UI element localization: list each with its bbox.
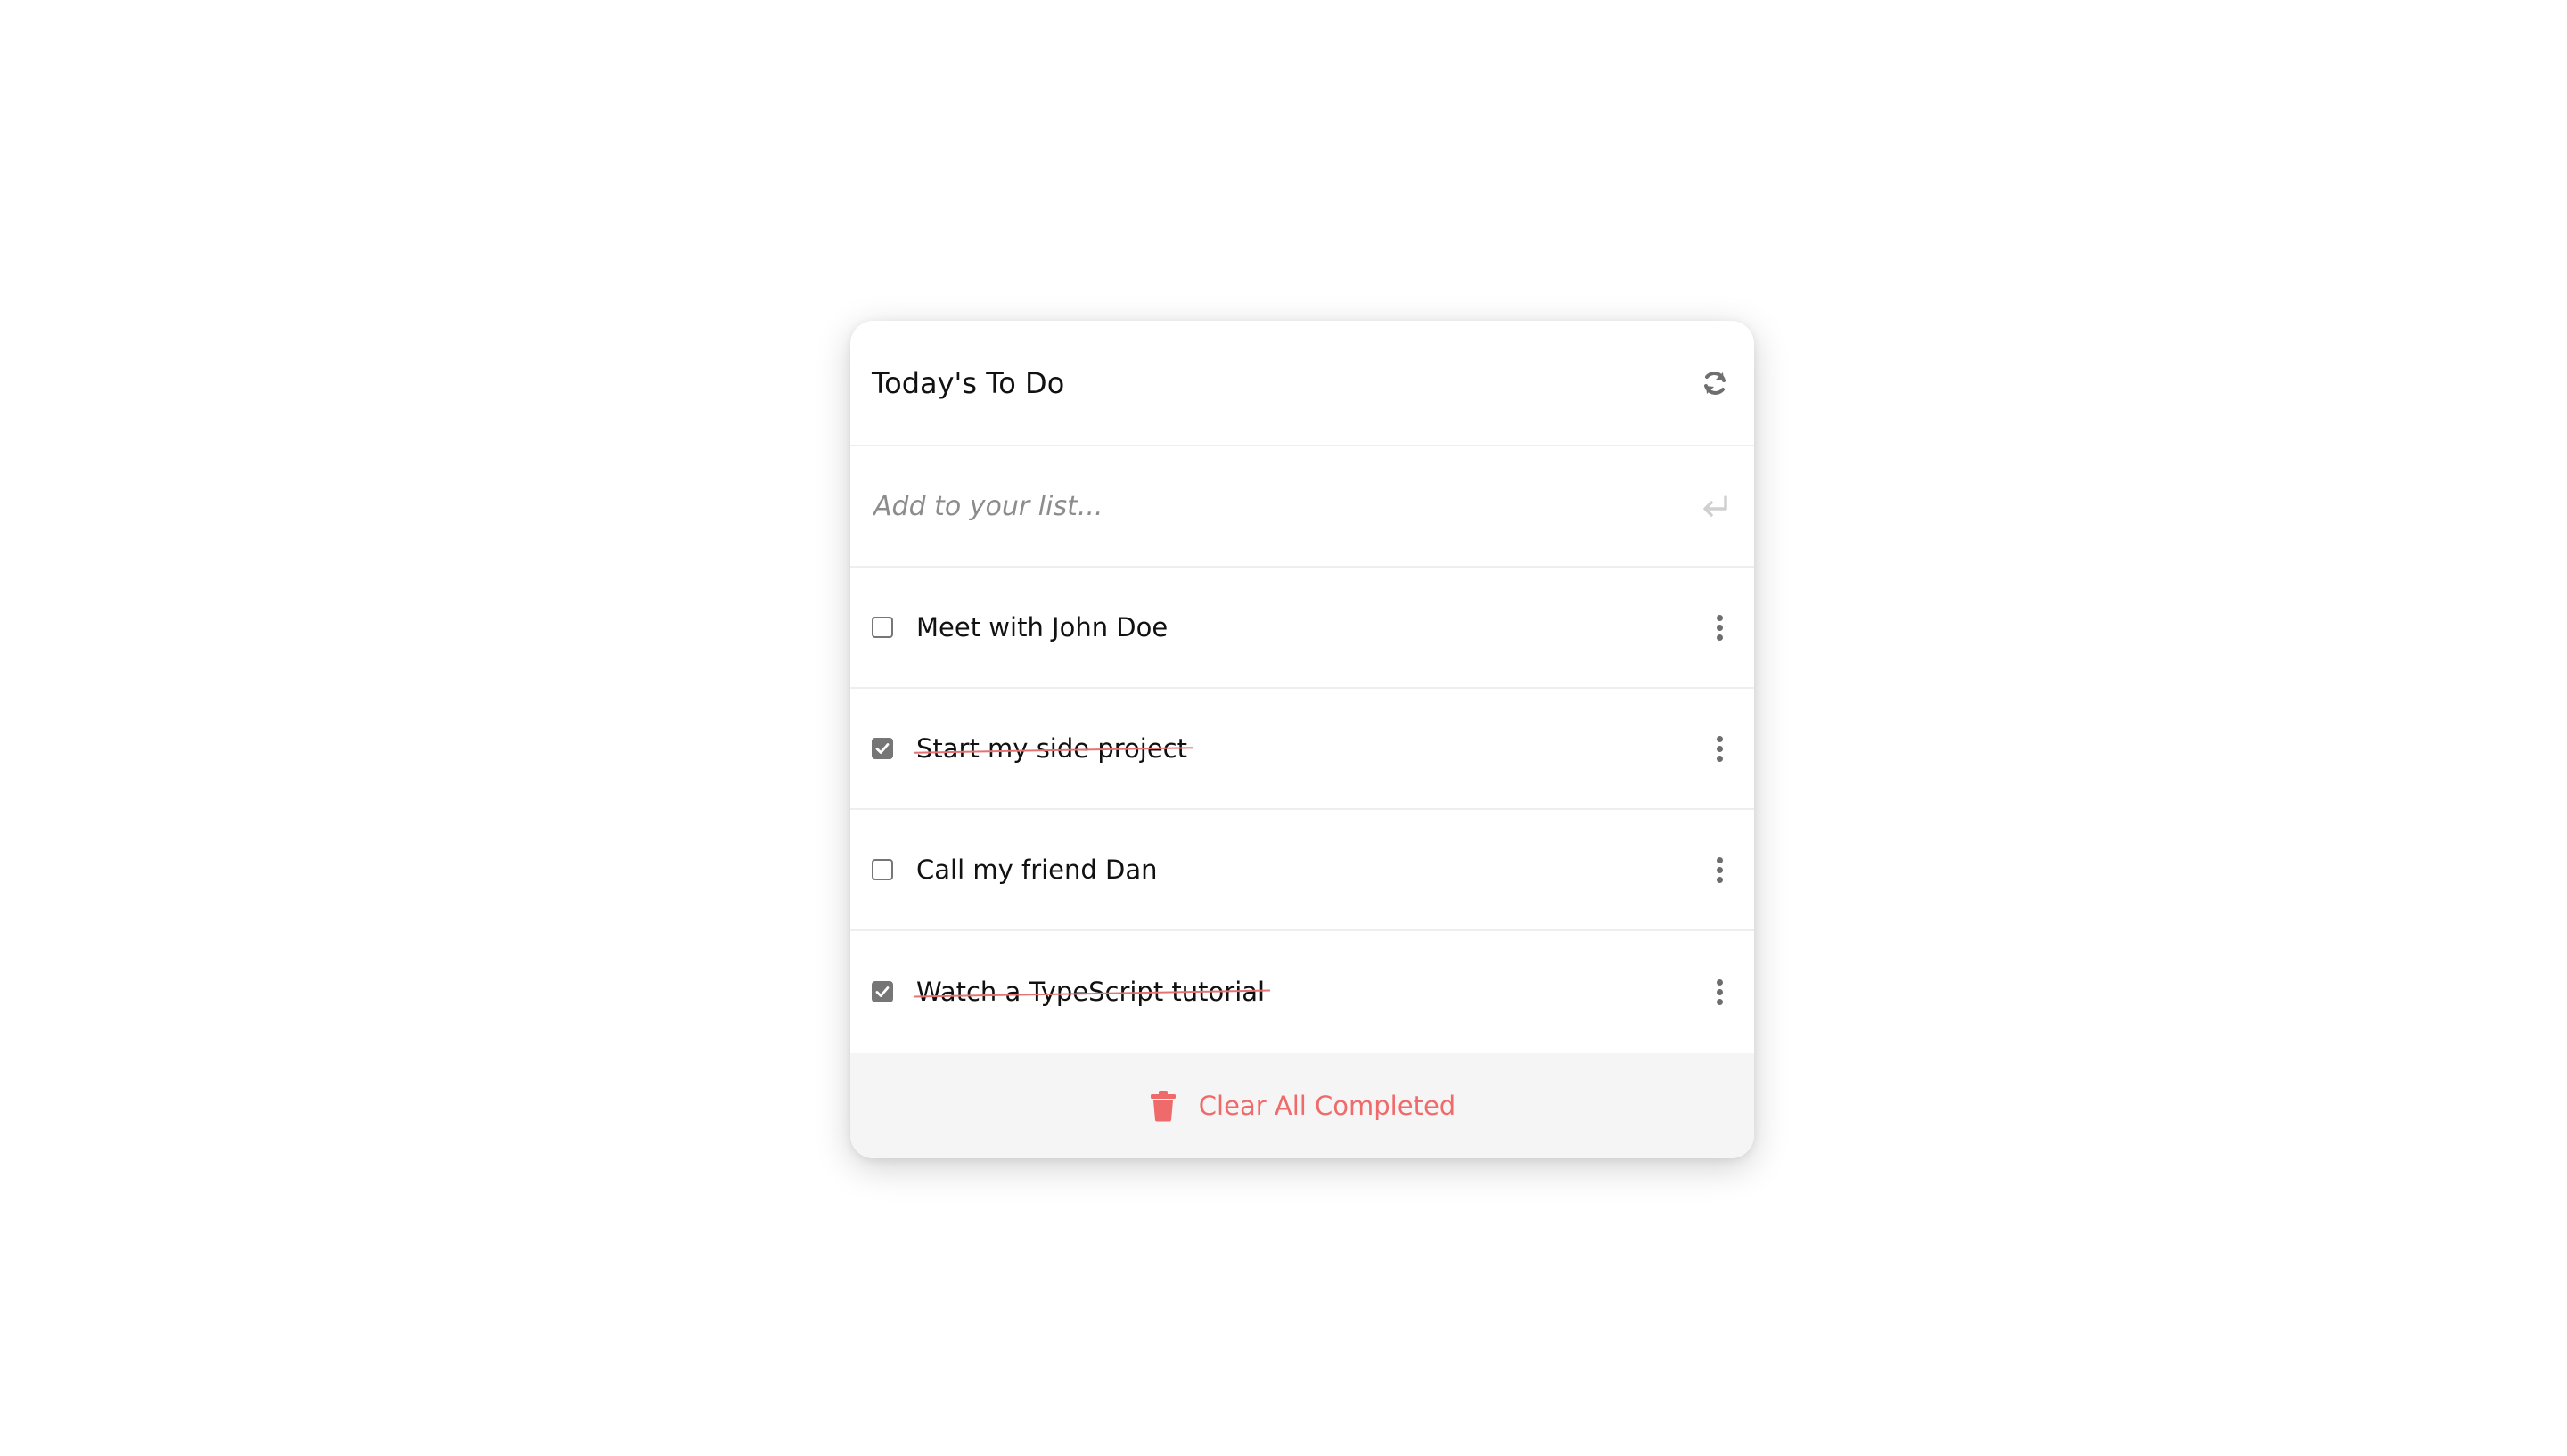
more-options-button[interactable]: [1706, 605, 1733, 650]
todo-text: Start my side project: [916, 733, 1187, 764]
todo-footer: Clear All Completed: [850, 1053, 1754, 1158]
todo-text: Watch a TypeScript tutorial: [916, 977, 1266, 1007]
add-item-input[interactable]: [872, 489, 1697, 523]
todo-checkbox[interactable]: [872, 981, 893, 1002]
todo-text: Call my friend Dan: [916, 855, 1158, 885]
submit-item-button[interactable]: [1697, 488, 1733, 524]
more-options-button[interactable]: [1706, 969, 1733, 1014]
refresh-icon: [1704, 371, 1726, 395]
todo-item: Start my side project: [850, 689, 1754, 810]
add-item-row: [850, 446, 1754, 568]
todo-item: Meet with John Doe: [850, 568, 1754, 689]
more-icon: [1716, 735, 1723, 742]
more-icon: [1716, 978, 1723, 986]
todo-checkbox[interactable]: [872, 617, 893, 638]
enter-icon: [1703, 495, 1727, 517]
todo-list: Meet with John Doe Start my side project…: [850, 568, 1754, 1052]
more-icon: [1716, 614, 1723, 621]
more-options-button[interactable]: [1706, 726, 1733, 771]
trash-icon: [1150, 1091, 1176, 1122]
todo-text: Meet with John Doe: [916, 612, 1169, 642]
todo-card: Today's To Do Meet with John Doe: [850, 321, 1754, 1158]
todo-item: Call my friend Dan: [850, 810, 1754, 931]
todo-checkbox[interactable]: [872, 859, 893, 880]
refresh-button[interactable]: [1697, 365, 1733, 401]
checkmark-icon: [875, 743, 890, 754]
todo-checkbox[interactable]: [872, 738, 893, 759]
todo-header: Today's To Do: [850, 321, 1754, 446]
more-options-button[interactable]: [1706, 847, 1733, 892]
clear-completed-label: Clear All Completed: [1198, 1091, 1456, 1121]
more-icon: [1716, 856, 1723, 863]
page-title: Today's To Do: [872, 365, 1065, 400]
todo-item: Watch a TypeScript tutorial: [850, 931, 1754, 1052]
clear-completed-button[interactable]: Clear All Completed: [1149, 1090, 1456, 1122]
checkmark-icon: [875, 986, 890, 997]
